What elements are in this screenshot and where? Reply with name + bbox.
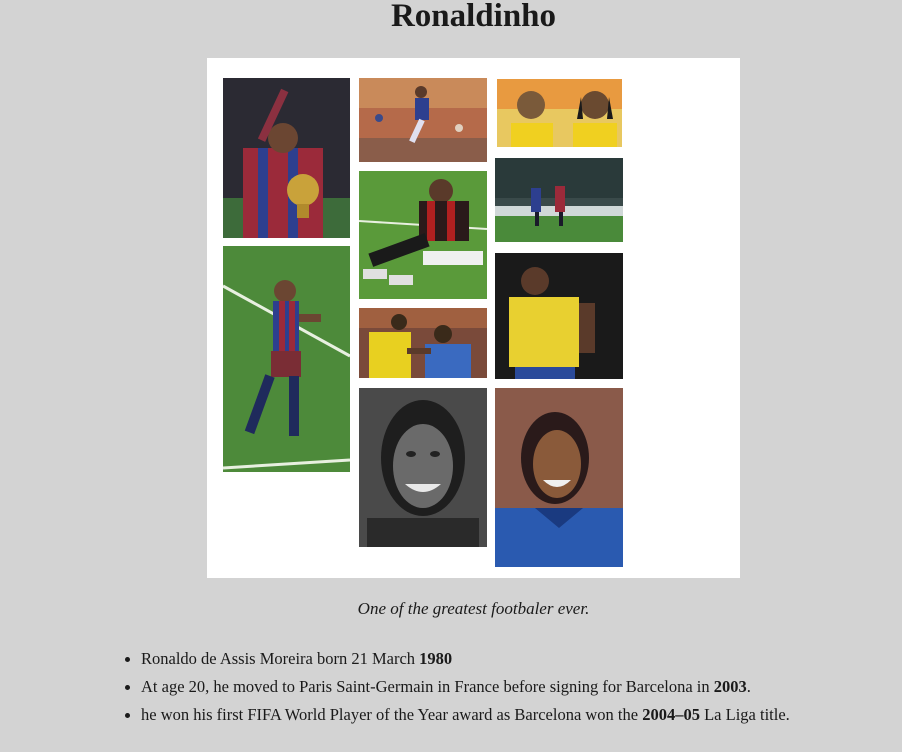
list-item: he won his first FIFA World Player of th… [125, 701, 831, 729]
stadium-jump-photo [359, 78, 487, 162]
facts-list: Ronaldo de Assis Moreira born 21 March 1… [125, 645, 831, 729]
gallery-caption: One of the greatest footbaler ever. [357, 599, 590, 618]
page-title: Ronaldinho [390, 0, 557, 34]
milan-sitting-photo [359, 171, 487, 299]
sideline-handshake-photo [359, 308, 487, 378]
barcelona-team-photo [495, 158, 623, 242]
photo-gallery [207, 58, 740, 578]
trophy-celebration-photo [223, 78, 350, 238]
list-item: At age 20, he moved to Paris Saint-Germa… [125, 673, 831, 701]
brazil-kit-portrait-photo [495, 253, 623, 379]
fist-pump-photo [223, 246, 350, 472]
monochrome-smile-portrait-photo [359, 388, 487, 547]
blue-jersey-smile-portrait-photo [495, 388, 623, 567]
list-item: Ronaldo de Assis Moreira born 21 March 1… [125, 645, 831, 673]
brazil-duo-photo [497, 79, 622, 147]
